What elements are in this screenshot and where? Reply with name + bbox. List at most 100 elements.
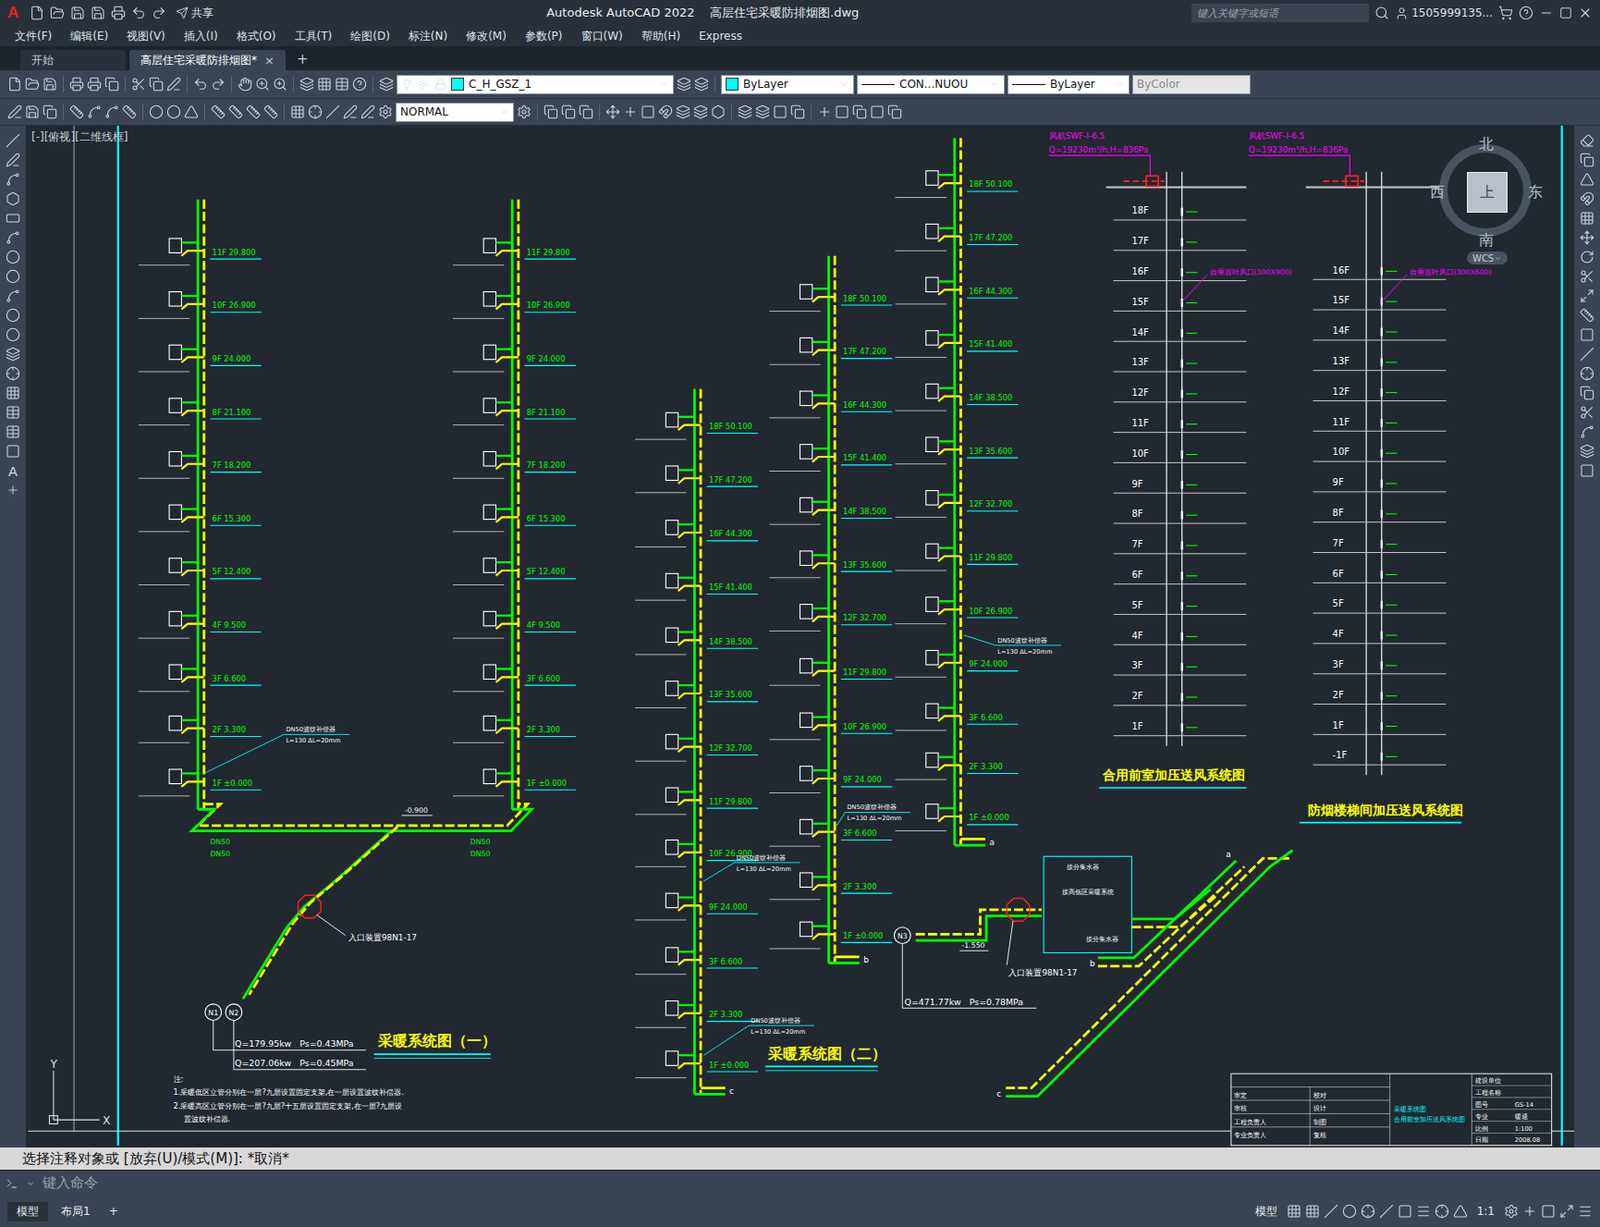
- color-combo[interactable]: ByLayer: [720, 74, 855, 95]
- paste-icon[interactable]: [148, 76, 164, 92]
- layer-state-icon[interactable]: [694, 76, 709, 92]
- layout-tab[interactable]: 布局1: [51, 1201, 100, 1222]
- isolate-icon[interactable]: [1540, 1203, 1556, 1219]
- draw-tool-icon[interactable]: [5, 171, 21, 187]
- layer-manager-icon[interactable]: [378, 76, 394, 92]
- command-icon[interactable]: [5, 1176, 19, 1190]
- menu-item[interactable]: 文件(F): [5, 28, 62, 45]
- annotation-icon[interactable]: [1434, 1203, 1450, 1219]
- user-account[interactable]: 1505999135...: [1394, 6, 1493, 21]
- workspace-icon[interactable]: [1503, 1203, 1519, 1219]
- isodraft-icon[interactable]: [1379, 1203, 1394, 1219]
- modify-tool-icon[interactable]: [1579, 152, 1595, 168]
- open-icon[interactable]: [49, 5, 65, 21]
- lineweight-combo[interactable]: ByLayer: [1007, 74, 1130, 95]
- aligned-dim-icon[interactable]: [86, 104, 102, 120]
- array-icon[interactable]: [622, 104, 638, 120]
- minimize-icon[interactable]: [1538, 5, 1554, 21]
- linear-dim-icon[interactable]: [69, 104, 85, 120]
- menu-item[interactable]: 参数(P): [515, 28, 573, 45]
- draw-tool-icon[interactable]: [5, 385, 21, 401]
- redo-icon[interactable]: [210, 76, 226, 92]
- layer-walk-icon[interactable]: [693, 104, 709, 120]
- draw-tool-icon[interactable]: [5, 424, 21, 440]
- document-tab[interactable]: 开始: [20, 49, 126, 71]
- dim-edit-icon[interactable]: [342, 104, 358, 120]
- draw-tool-icon[interactable]: [5, 249, 21, 265]
- draw-tool-icon[interactable]: [5, 327, 21, 342]
- draw-tool-icon[interactable]: [5, 152, 21, 168]
- share-icon[interactable]: [175, 6, 189, 20]
- layer-off-icon[interactable]: [755, 104, 770, 120]
- wblock-icon[interactable]: [42, 104, 58, 120]
- draw-tool-icon[interactable]: [5, 191, 21, 207]
- print-icon[interactable]: [69, 76, 85, 92]
- menu-item[interactable]: 编辑(E): [61, 28, 118, 45]
- modify-tool-icon[interactable]: [1579, 171, 1595, 187]
- diameter-dim-icon[interactable]: [166, 104, 182, 120]
- model-space[interactable]: 11F 29.80010F 26.9009F 24.0008F 21.1007F…: [25, 125, 1575, 1148]
- recent-commands-icon[interactable]: [25, 1178, 36, 1188]
- menu-item[interactable]: 绘图(D): [341, 28, 400, 45]
- merge-icon[interactable]: [852, 104, 868, 120]
- dim-style-combo[interactable]: NORMAL: [395, 102, 514, 123]
- menu-item[interactable]: 格式(O): [227, 28, 286, 45]
- copy-obj-icon[interactable]: [543, 104, 559, 120]
- search-box[interactable]: 键入关键字或短语: [1191, 3, 1369, 23]
- viewport-controls[interactable]: [-][俯视][二维线框]: [31, 129, 128, 146]
- save-icon[interactable]: [70, 5, 86, 21]
- modify-tool-icon[interactable]: [1579, 249, 1595, 265]
- draw-tool-icon[interactable]: [5, 307, 21, 323]
- modify-tool-icon[interactable]: [1579, 191, 1595, 207]
- draw-tool-icon[interactable]: [5, 346, 21, 362]
- properties-icon[interactable]: [299, 76, 315, 92]
- space-dim-icon[interactable]: [263, 104, 279, 120]
- lineweight-icon[interactable]: [1416, 1203, 1431, 1219]
- zoom-icon[interactable]: [255, 76, 270, 92]
- modify-tool-icon[interactable]: [1579, 327, 1595, 342]
- move-icon[interactable]: [605, 104, 621, 120]
- text-tool[interactable]: A: [8, 463, 18, 479]
- layers-icon[interactable]: [675, 104, 691, 120]
- annotation-scale-icon[interactable]: [1453, 1203, 1468, 1219]
- layer-copy-icon[interactable]: [790, 104, 806, 120]
- draw-tool-icon[interactable]: [5, 443, 21, 459]
- draw-tool-icon[interactable]: [5, 133, 21, 148]
- search-icon[interactable]: [1374, 5, 1390, 21]
- angular-dim-icon[interactable]: [183, 104, 199, 120]
- new-icon[interactable]: [7, 76, 23, 92]
- menu-item[interactable]: 窗口(W): [572, 28, 633, 45]
- modify-tool-icon[interactable]: [1579, 133, 1595, 148]
- menu-item[interactable]: 插入(I): [174, 28, 228, 45]
- modify-tool-icon[interactable]: [1579, 210, 1595, 226]
- radius-dim-icon[interactable]: [148, 104, 164, 120]
- modify-tool-icon[interactable]: [1579, 268, 1595, 284]
- close-command-icon[interactable]: [5, 1152, 17, 1164]
- ucs-menu[interactable]: WCS: [1466, 251, 1508, 265]
- zoom-window-icon[interactable]: [272, 76, 288, 92]
- osnap-icon[interactable]: [1360, 1203, 1376, 1219]
- copy-icon[interactable]: [104, 76, 120, 92]
- region-icon[interactable]: [710, 104, 726, 120]
- ordinate-dim-icon[interactable]: [122, 104, 137, 120]
- baseline-dim-icon[interactable]: [228, 104, 244, 120]
- draw-tool-icon[interactable]: [5, 210, 21, 226]
- help-icon[interactable]: [352, 76, 367, 92]
- customize-icon[interactable]: [1577, 1203, 1593, 1219]
- modify-tool-icon[interactable]: [1579, 385, 1595, 401]
- add-icon[interactable]: [817, 104, 832, 120]
- match-icon[interactable]: [166, 76, 182, 92]
- draw-tool-icon[interactable]: [5, 268, 21, 284]
- arc-dim-icon[interactable]: [104, 104, 120, 120]
- menu-item[interactable]: 工具(T): [285, 28, 342, 45]
- menu-item[interactable]: Express: [689, 29, 752, 43]
- menu-item[interactable]: 标注(N): [399, 28, 457, 45]
- maximize-icon[interactable]: [1559, 6, 1573, 20]
- linetype-combo[interactable]: CON...NUOU: [856, 74, 1005, 95]
- cube-face[interactable]: 上: [1466, 171, 1508, 213]
- open-icon[interactable]: [24, 76, 40, 92]
- layer-previous-icon[interactable]: [676, 76, 692, 92]
- tolerance-icon[interactable]: [290, 104, 306, 120]
- modify-tool-icon[interactable]: [1579, 346, 1595, 362]
- save-as-icon[interactable]: [90, 5, 106, 21]
